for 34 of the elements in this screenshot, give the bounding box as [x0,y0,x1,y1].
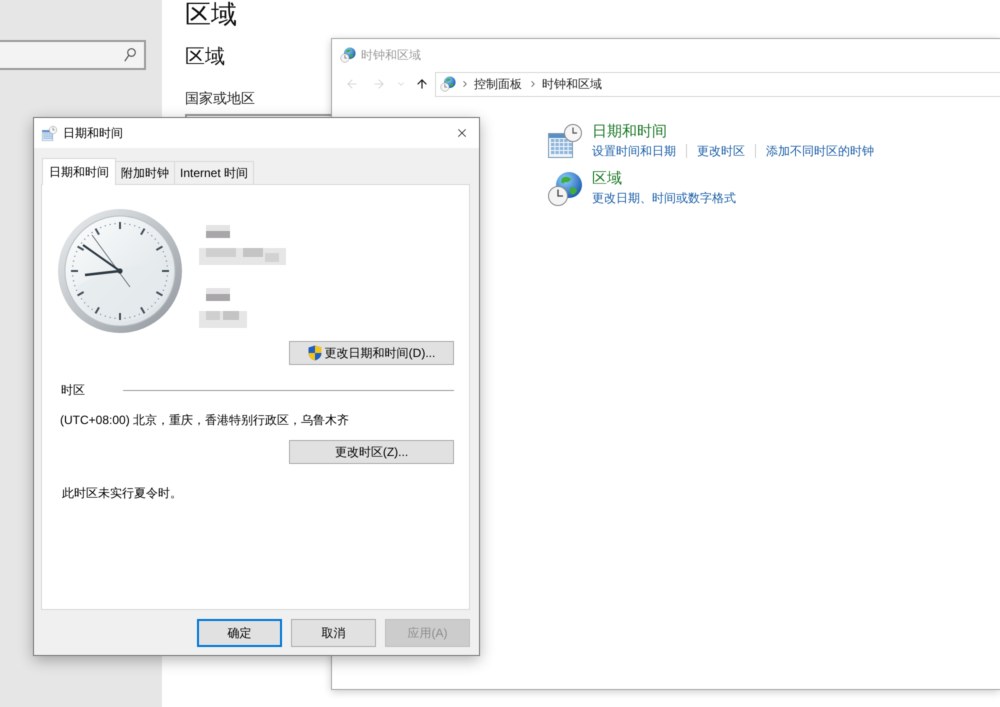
dialog-button[interactable]: 确定 [197,619,282,647]
tab[interactable]: 附加时钟 [116,161,175,184]
window-title: 时钟和区域 [361,46,421,64]
close-icon [455,126,469,140]
address-bar[interactable]: 控制面板 时钟和区域 [435,72,1000,96]
dialog-title: 日期和时间 [63,125,123,142]
category-link[interactable]: 更改时区 [697,143,745,159]
change-timezone-button[interactable]: 更改时区(Z)... [289,440,454,464]
search-icon [124,48,136,62]
dst-note: 此时区未实行夏令时。 [61,485,182,501]
tab[interactable]: 日期和时间 [42,158,116,185]
calendar-clock-icon [42,126,57,140]
category-link[interactable]: 更改日期、时间或数字格式 [592,190,736,206]
calendar-clock-icon [548,124,582,158]
breadcrumb-item[interactable]: 控制面板 [474,75,522,93]
globe-clock-icon [340,46,356,62]
category-link[interactable]: 设置时间和日期 [592,143,676,159]
group-label: 时区 [61,382,86,399]
tab[interactable]: Internet 时间 [175,161,254,184]
category-link[interactable]: 添加不同时区的时钟 [766,143,874,159]
category-title[interactable]: 日期和时间 [592,122,667,141]
section-heading: 区域 [185,45,225,69]
search-field[interactable] [0,40,146,70]
field-label: 国家或地区 [185,89,255,107]
change-datetime-button[interactable]: 更改日期和时间(D)... [289,341,454,365]
category-title[interactable]: 区域 [592,169,622,188]
dialog-button[interactable]: 取消 [291,619,376,647]
blurred-block [199,288,247,328]
globe-clock-icon [440,76,456,92]
page-heading: 区域 [185,0,237,28]
globe-clock-icon [547,171,583,207]
shield-icon [308,345,322,361]
timezone-text: (UTC+08:00) 北京，重庆，香港特别行政区，乌鲁木齐 [59,412,350,428]
breadcrumb-item[interactable]: 时钟和区域 [542,75,602,93]
